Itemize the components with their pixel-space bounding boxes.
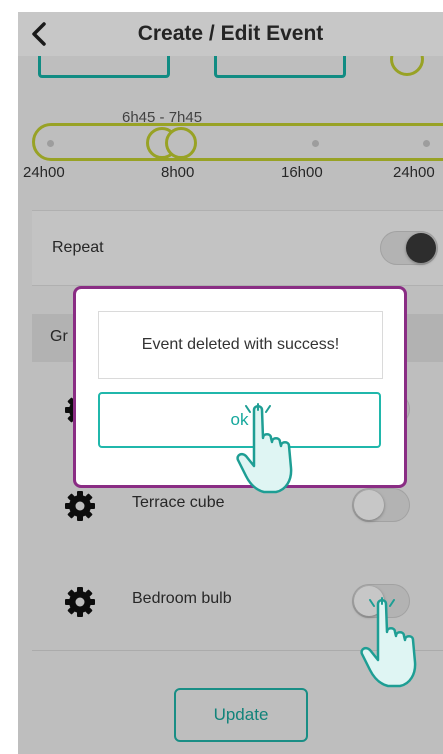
tap-hand-icon (360, 597, 417, 688)
app-screen: Create / Edit Event 6h45 - 7h45 24h00 8h… (18, 12, 443, 754)
tap-hand-icon (236, 403, 293, 494)
dialog-message: Event deleted with success! (98, 311, 383, 379)
